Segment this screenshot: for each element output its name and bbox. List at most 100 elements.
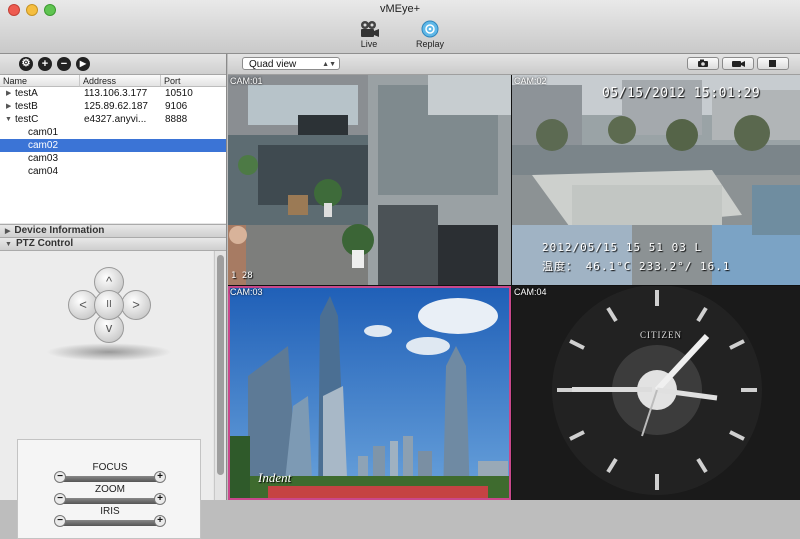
camera-row-cam01[interactable]: cam01: [0, 126, 226, 139]
live-button[interactable]: Live: [344, 20, 394, 52]
iris-label: IRIS: [100, 506, 120, 517]
iris-slider[interactable]: − +: [54, 515, 166, 527]
iris-minus-button[interactable]: −: [54, 515, 66, 527]
office-scene: [228, 75, 511, 285]
stop-button[interactable]: [757, 57, 789, 70]
column-header-address[interactable]: Address: [80, 75, 161, 87]
remove-device-button[interactable]: −: [57, 57, 71, 71]
film-camera-icon: [361, 21, 379, 37]
device-row-testC[interactable]: ▼ testC e4327.anyvi... 8888: [0, 113, 226, 126]
plus-icon: +: [41, 58, 49, 70]
camera-icon: [698, 59, 708, 67]
zoom-label: ZOOM: [95, 484, 125, 495]
stop-icon: [769, 60, 776, 67]
scrollbar-thumb[interactable]: [217, 255, 224, 475]
ptz-scrollbar[interactable]: [214, 251, 226, 500]
device-toolbar: ⚙ + − ▶: [0, 54, 226, 75]
ptz-right-button[interactable]: >: [121, 290, 151, 320]
ptz-center-button[interactable]: II: [94, 290, 124, 320]
zoom-minus-button[interactable]: −: [54, 493, 66, 505]
record-button[interactable]: [722, 57, 754, 70]
replay-icon: [421, 20, 439, 38]
live-label: Live: [360, 39, 378, 49]
view-mode-value: Quad view: [249, 59, 297, 70]
play-icon: ▶: [79, 59, 87, 68]
camera-name: cam04: [28, 166, 59, 177]
ptz-control-panel: ^ v < > II FOCUS − + ZOOM − + IRIS − +: [0, 251, 213, 539]
iris-plus-button[interactable]: +: [154, 515, 166, 527]
zoom-plus-button[interactable]: +: [154, 493, 166, 505]
device-address: 125.89.62.187: [84, 101, 148, 112]
camera-view-03[interactable]: CAM:03 Indent: [228, 286, 511, 500]
camera-row-cam04[interactable]: cam04: [0, 165, 226, 178]
skyline-scene: [228, 286, 511, 500]
device-address: e4327.anyvi...: [84, 114, 147, 125]
expand-arrow-icon[interactable]: ▶: [6, 87, 11, 100]
camera-grid: CAM:01 1 28 CAM:02 05/15/2012 15:01:29 2…: [228, 75, 800, 500]
ptz-direction-pad: ^ v < > II: [64, 267, 154, 347]
zoom-slider[interactable]: − +: [54, 493, 166, 505]
device-information-header[interactable]: ▶ Device Information: [0, 224, 226, 238]
camera-row-cam02[interactable]: cam02: [0, 139, 226, 152]
title-bar: vMEye+ Live Replay: [0, 0, 800, 54]
collapse-arrow-icon[interactable]: ▼: [5, 113, 12, 126]
device-name: testA: [15, 88, 38, 99]
view-toolbar: Quad view ▲▼: [228, 54, 800, 75]
clock-scene: [512, 286, 800, 500]
camera-watermark: Indent: [258, 470, 292, 485]
pause-icon: II: [106, 299, 112, 310]
video-camera-icon: [732, 61, 745, 67]
focus-slider[interactable]: − +: [54, 471, 166, 483]
focus-label: FOCUS: [92, 462, 128, 473]
device-row-testB[interactable]: ▶ testB 125.89.62.187 9106: [0, 100, 226, 113]
camera-name: cam03: [28, 153, 59, 164]
device-port: 8888: [165, 114, 188, 125]
window-title: vMEye+: [379, 3, 421, 15]
camera-view-02[interactable]: CAM:02 05/15/2012 15:01:29 2012/05/15 15…: [512, 75, 800, 285]
snapshot-button[interactable]: [687, 57, 719, 70]
add-device-button[interactable]: +: [38, 57, 52, 71]
chevron-down-icon: v: [105, 320, 113, 335]
camera-view-01[interactable]: CAM:01 1 28: [228, 75, 511, 285]
view-mode-select[interactable]: Quad view ▲▼: [242, 57, 340, 70]
device-port: 10510: [165, 88, 193, 99]
camera-label: CAM:03: [230, 287, 263, 297]
device-address: 113.106.3.177: [84, 88, 148, 99]
camera-osd-datetime: 05/15/2012 15:01:29: [602, 86, 761, 101]
camera-label: CAM:04: [514, 287, 547, 297]
play-button[interactable]: ▶: [76, 57, 90, 71]
disclosure-down-icon: ▼: [5, 241, 12, 248]
camera-label: CAM:02: [514, 76, 547, 86]
ptz-control-header[interactable]: ▼ PTZ Control: [0, 237, 226, 251]
clock-brand: CITIZEN: [640, 330, 682, 340]
device-port: 9106: [165, 101, 188, 112]
sidebar: ⚙ + − ▶ Name Address Port ▶ testA 113.10…: [0, 54, 227, 539]
camera-osd-line1: 2012/05/15 15 51 03 L: [542, 241, 703, 254]
column-header-port[interactable]: Port: [161, 75, 226, 87]
camera-osd-line2: 温度： 46.1°C 233.2°/ 16.1: [542, 260, 731, 273]
section-title: PTZ Control: [15, 238, 74, 249]
chevron-left-icon: <: [79, 297, 87, 312]
replay-label: Replay: [415, 39, 444, 49]
chevron-right-icon: >: [132, 297, 140, 312]
camera-view-04[interactable]: CAM:04 CITIZEN: [512, 286, 800, 500]
disclosure-right-icon: ▶: [5, 228, 11, 235]
device-name: testC: [15, 114, 39, 125]
lens-control-box: FOCUS − + ZOOM − + IRIS − +: [17, 439, 201, 539]
focus-minus-button[interactable]: −: [54, 471, 66, 483]
expand-arrow-icon[interactable]: ▶: [6, 100, 11, 113]
gear-icon: ⚙: [21, 58, 31, 69]
chevron-up-icon: ^: [105, 274, 113, 289]
replay-button[interactable]: Replay: [405, 20, 455, 52]
camera-name: cam02: [28, 140, 59, 151]
device-row-testA[interactable]: ▶ testA 113.106.3.177 10510: [0, 87, 226, 100]
settings-button[interactable]: ⚙: [19, 57, 33, 71]
camera-row-cam03[interactable]: cam03: [0, 152, 226, 165]
minus-icon: −: [60, 58, 68, 70]
camera-name: cam01: [28, 127, 59, 138]
device-name: testB: [15, 101, 38, 112]
column-header-name[interactable]: Name: [0, 75, 80, 87]
section-title: Device Information: [14, 225, 105, 236]
focus-plus-button[interactable]: +: [154, 471, 166, 483]
dropdown-arrows-icon: ▲▼: [322, 61, 336, 68]
